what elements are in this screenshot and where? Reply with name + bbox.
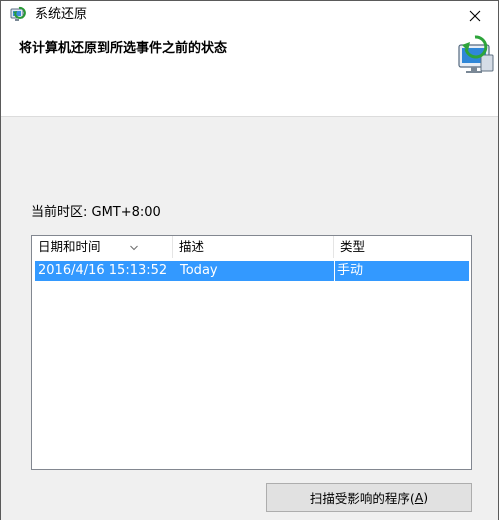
system-restore-window: 系统还原 将计算机还原到所选事件之前的状态 当前时区: GMT+8:00 日期和… <box>0 0 499 520</box>
wizard-header: 将计算机还原到所选事件之前的状态 <box>1 31 498 117</box>
system-restore-icon <box>9 6 27 24</box>
window-title: 系统还原 <box>35 7 88 22</box>
title-bar: 系统还原 <box>1 1 498 31</box>
column-label: 类型 <box>340 239 366 254</box>
button-label-suffix: ) <box>423 490 429 505</box>
column-header-description[interactable]: 描述 <box>173 236 334 258</box>
system-restore-computer-icon <box>453 33 497 77</box>
restore-point-row[interactable]: 2016/4/16 15:13:52 Today 手动 <box>35 261 469 281</box>
restore-point-description: Today <box>180 263 218 278</box>
access-key: A <box>414 490 424 505</box>
column-label: 日期和时间 <box>38 239 101 254</box>
restore-point-list[interactable]: 日期和时间 描述 类型 2016/4/16 15:13:52 Today 手动 <box>31 235 472 470</box>
column-label: 描述 <box>179 239 205 254</box>
list-header: 日期和时间 描述 类型 <box>32 236 471 258</box>
column-header-type[interactable]: 类型 <box>334 236 471 258</box>
page-title: 将计算机还原到所选事件之前的状态 <box>19 41 228 56</box>
restore-point-type: 手动 <box>337 263 364 278</box>
button-label-prefix: 扫描受影响的程序( <box>309 491 415 506</box>
close-button[interactable] <box>452 1 498 31</box>
timezone-label: 当前时区: GMT+8:00 <box>31 205 161 220</box>
close-icon <box>469 10 481 22</box>
column-divider <box>334 261 335 281</box>
sort-chevron-down-icon <box>130 236 138 251</box>
scan-affected-programs-button[interactable]: 扫描受影响的程序(A) <box>266 483 472 512</box>
restore-point-date: 2016/4/16 15:13:52 <box>38 263 168 278</box>
column-header-date[interactable]: 日期和时间 <box>32 236 173 258</box>
